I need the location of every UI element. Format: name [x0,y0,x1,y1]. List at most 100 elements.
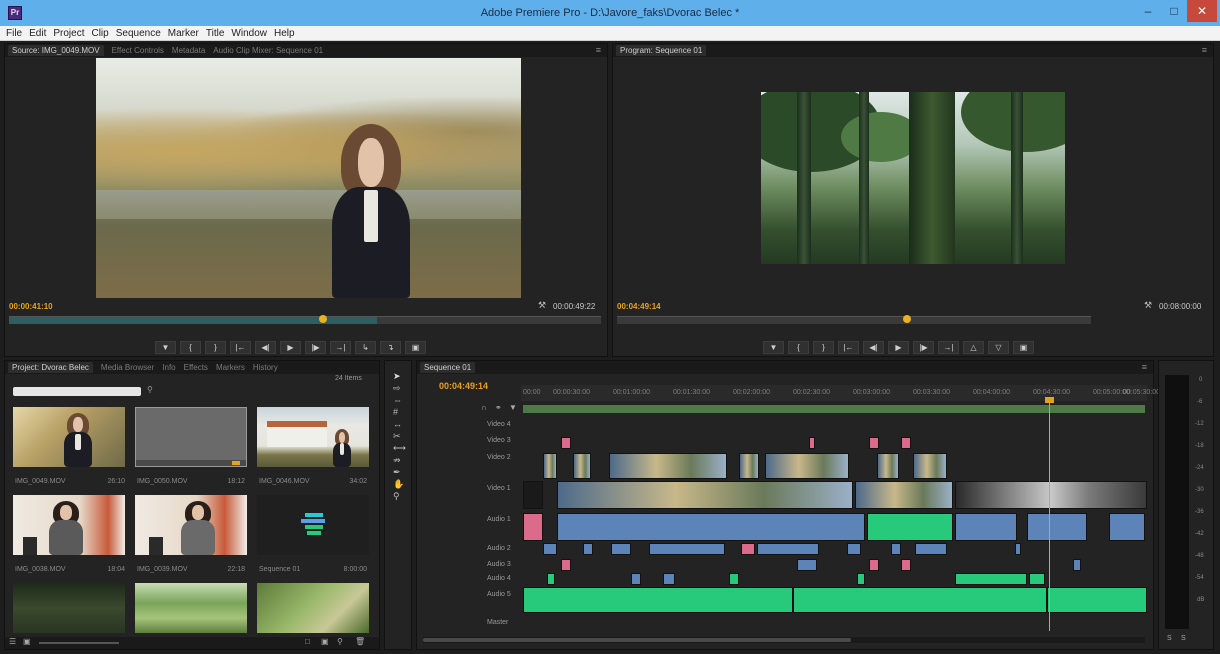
tab-effect-controls[interactable]: Effect Controls [112,46,164,55]
track-master[interactable]: Master [487,619,508,626]
new-item-icon[interactable]: ▣ [321,637,329,646]
menu-clip[interactable]: Clip [91,28,108,39]
new-bin-icon[interactable]: □ [305,637,310,646]
tab-info[interactable]: Info [162,363,175,372]
snap-icon[interactable]: ∩ [481,403,487,412]
timeline-clip[interactable] [955,481,1147,509]
menu-window[interactable]: Window [231,28,267,39]
timeline-clip[interactable] [611,543,631,555]
timeline-clip[interactable] [573,453,591,479]
razor-tool-icon[interactable]: ✂ [393,431,401,442]
insert-icon[interactable]: ↳ [355,341,376,354]
close-icon[interactable]: ✕ [1187,0,1217,22]
timeline-clip[interactable] [523,481,543,509]
track-audio-1[interactable]: Audio 1 [487,516,511,523]
project-item-thumbnail[interactable] [13,583,125,633]
panel-menu-icon[interactable]: ≡ [1202,45,1207,55]
menu-title[interactable]: Title [206,28,225,39]
timeline-clip[interactable] [955,573,1027,585]
program-scrub-bar[interactable] [617,315,1091,324]
timeline-clip[interactable] [1027,513,1087,541]
step-back-icon[interactable]: ◀| [255,341,276,354]
wrench-icon[interactable]: ⚒ [1144,300,1152,311]
timeline-clip[interactable] [1047,587,1147,613]
timeline-clip[interactable] [857,573,865,585]
timeline-clip[interactable] [557,513,865,541]
solo-icon[interactable]: S [1167,635,1172,642]
go-to-out-icon[interactable]: →| [330,341,351,354]
tab-project[interactable]: Project: Dvorac Belec [8,362,93,373]
maximize-icon[interactable]: □ [1161,0,1187,22]
track-video-4[interactable]: Video 4 [487,421,511,428]
timeline-clip[interactable] [543,453,557,479]
tab-markers[interactable]: Markers [216,363,245,372]
tab-source[interactable]: Source: IMG_0049.MOV [8,45,104,56]
tab-effects[interactable]: Effects [184,363,208,372]
program-current-timecode[interactable]: 00:04:49:14 [617,302,661,311]
tab-program[interactable]: Program: Sequence 01 [616,45,707,56]
menu-marker[interactable]: Marker [168,28,199,39]
export-frame-icon[interactable]: ▣ [1013,341,1034,354]
menu-help[interactable]: Help [274,28,295,39]
timeline-clip[interactable] [739,453,759,479]
project-item-thumbnail[interactable] [13,495,125,555]
project-item-thumbnail[interactable] [135,583,247,633]
track-audio-3[interactable]: Audio 3 [487,561,511,568]
track-select-tool-icon[interactable]: ⇨ [393,383,401,394]
timeline-clip[interactable] [877,453,899,479]
tab-audio-clip-mixer[interactable]: Audio Clip Mixer: Sequence 01 [213,46,323,55]
mark-in-icon[interactable]: { [788,341,809,354]
slide-tool-icon[interactable]: ⇏ [393,455,401,466]
timeline-timecode[interactable]: 00:04:49:14 [439,381,488,391]
list-view-icon[interactable]: ☰ [9,637,16,646]
selection-tool-icon[interactable]: ➤ [393,371,401,382]
slip-tool-icon[interactable]: ⟷ [393,443,406,454]
timeline-clip[interactable] [793,587,1047,613]
track-video-2[interactable]: Video 2 [487,454,511,461]
timeline-clip[interactable] [1029,573,1045,585]
add-marker-icon[interactable]: ▼ [509,403,517,412]
timeline-clip[interactable] [901,437,911,449]
mark-in-icon[interactable]: { [180,341,201,354]
tab-sequence[interactable]: Sequence 01 [420,362,476,373]
menu-sequence[interactable]: Sequence [116,28,161,39]
timeline-clip[interactable] [765,453,849,479]
search-input[interactable] [13,387,141,396]
timeline-clip[interactable] [631,573,641,585]
track-video-1[interactable]: Video 1 [487,485,511,492]
marker-icon[interactable]: ▼ [155,341,176,354]
menu-edit[interactable]: Edit [29,28,46,39]
search-icon[interactable]: ⚲ [147,385,153,394]
find-icon[interactable]: ⚲ [337,637,343,646]
timeline-clip[interactable] [955,513,1017,541]
timeline-clip[interactable] [913,453,947,479]
play-icon[interactable]: ▶ [280,341,301,354]
track-video-3[interactable]: Video 3 [487,437,511,444]
timeline-clip[interactable] [523,513,543,541]
wrench-icon[interactable]: ⚒ [538,300,546,311]
step-forward-icon[interactable]: |▶ [305,341,326,354]
marker-icon[interactable]: ▼ [763,341,784,354]
menu-file[interactable]: File [6,28,22,39]
timeline-clip[interactable] [561,559,571,571]
project-item-thumbnail[interactable] [135,495,247,555]
menu-project[interactable]: Project [53,28,84,39]
linked-selection-icon[interactable]: ⚭ [495,403,502,412]
project-item-thumbnail[interactable] [135,407,247,467]
timeline-clip[interactable] [1109,513,1145,541]
timeline-clip[interactable] [901,559,911,571]
source-current-timecode[interactable]: 00:00:41:10 [9,302,53,311]
timeline-clip[interactable] [915,543,947,555]
delete-icon[interactable]: 🗑 [355,637,365,646]
step-back-icon[interactable]: ◀| [863,341,884,354]
lift-icon[interactable]: △ [963,341,984,354]
timeline-clip[interactable] [543,543,557,555]
timeline-clip[interactable] [1073,559,1081,571]
rolling-edit-tool-icon[interactable]: # [393,407,398,417]
extract-icon[interactable]: ▽ [988,341,1009,354]
overwrite-icon[interactable]: ↴ [380,341,401,354]
timeline-clip[interactable] [1015,543,1021,555]
icon-view-icon[interactable]: ▣ [23,637,31,646]
timeline-playhead[interactable] [1049,399,1050,631]
timeline-clip[interactable] [583,543,593,555]
